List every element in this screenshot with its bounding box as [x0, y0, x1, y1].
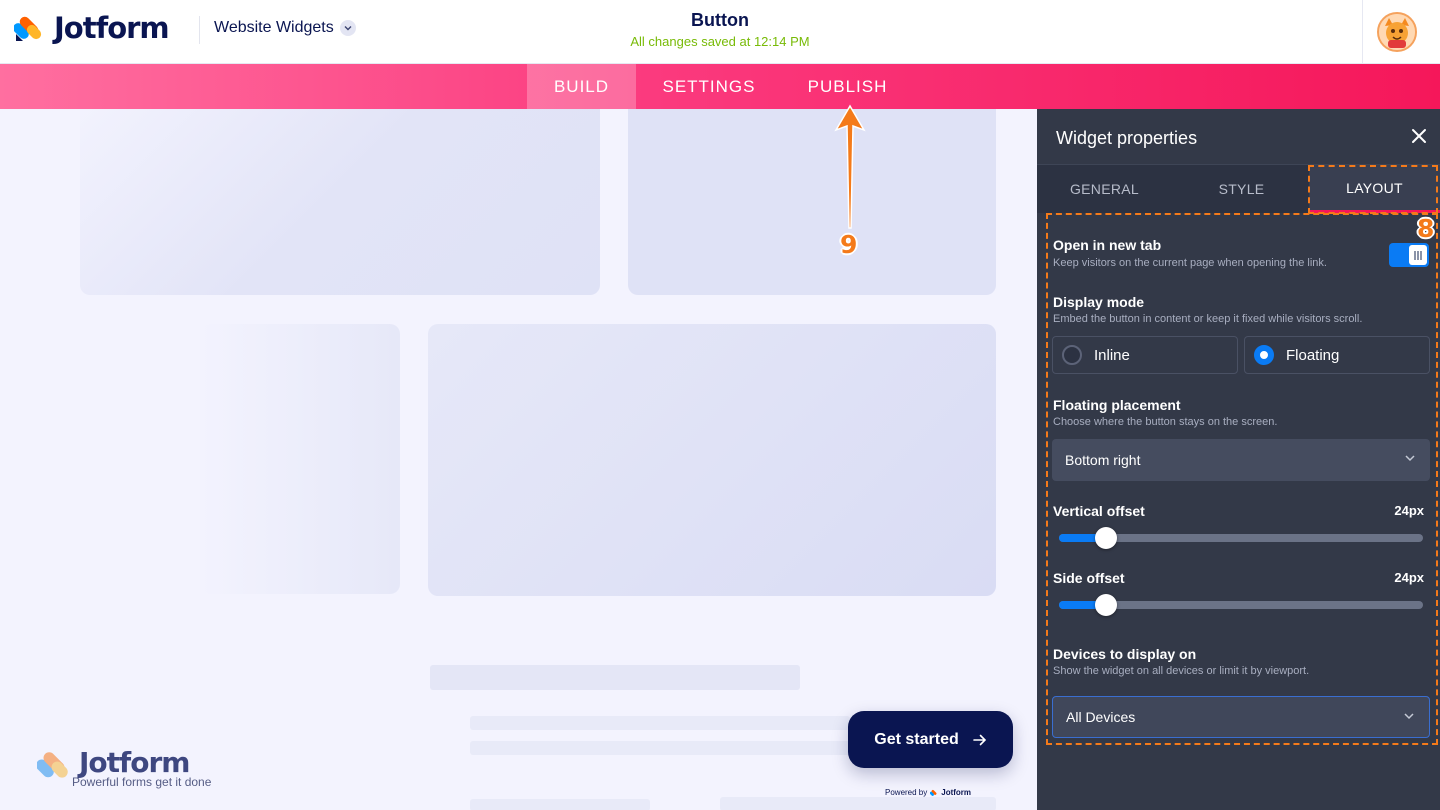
tab-general[interactable]: GENERAL [1037, 165, 1172, 213]
annotation-step-9: 9 [840, 230, 858, 259]
chevron-down-icon [339, 20, 356, 36]
skeleton-line [470, 741, 850, 755]
powered-prefix: Powered by [885, 788, 928, 797]
annotation-arrow-icon [834, 104, 866, 229]
get-started-button[interactable]: Get started [848, 711, 1013, 768]
logo-text: Jotform [54, 11, 170, 45]
arrow-right-icon [972, 734, 986, 745]
tab-settings[interactable]: SETTINGS [646, 64, 772, 109]
skeleton-line [430, 665, 800, 690]
panel-header: Widget properties [1037, 109, 1440, 165]
tab-build[interactable]: BUILD [527, 64, 636, 109]
product-name: Website Widgets [214, 19, 334, 36]
jotform-mini-icon [930, 789, 937, 796]
preview-canvas: Jotform Powerful forms get it done Get s… [0, 109, 1037, 810]
jotform-watermark: Jotform Powerful forms get it done [37, 746, 237, 794]
close-icon[interactable] [1410, 127, 1428, 145]
avatar[interactable] [1377, 12, 1417, 52]
document-title-area: Button All changes saved at 12:14 PM [520, 10, 920, 49]
skeleton-block [628, 109, 996, 295]
app-header: Jotform Website Widgets Button All chang… [0, 0, 1440, 64]
page-title[interactable]: Button [520, 10, 920, 31]
powered-by[interactable]: Powered by Jotform [885, 788, 971, 797]
skeleton-block [80, 109, 600, 295]
tab-style[interactable]: STYLE [1174, 165, 1309, 213]
skeleton-line [470, 716, 850, 730]
header-divider [199, 16, 200, 44]
panel-title: Widget properties [1056, 128, 1198, 148]
annotation-step-8: 8 [1417, 214, 1435, 243]
get-started-label: Get started [874, 730, 959, 748]
skeleton-line [720, 797, 996, 810]
product-switcher[interactable]: Website Widgets [214, 19, 356, 37]
avatar-image [1379, 14, 1415, 50]
save-status: All changes saved at 12:14 PM [630, 34, 810, 49]
annotation-box-layout-tab [1308, 165, 1438, 214]
jotform-logo-icon [14, 16, 42, 41]
watermark-tagline: Powerful forms get it done [72, 775, 212, 789]
tab-publish[interactable]: PUBLISH [790, 64, 905, 109]
main-nav: BUILD SETTINGS PUBLISH [0, 64, 1440, 109]
header-divider-right [1362, 0, 1363, 64]
powered-brand: Jotform [941, 788, 972, 797]
annotation-box-layout-settings [1046, 213, 1438, 745]
skeleton-line [470, 799, 650, 810]
jotform-logo[interactable]: Jotform [14, 10, 194, 46]
skeleton-block [428, 324, 996, 596]
jotform-watermark-icon [37, 752, 68, 778]
skeleton-block [200, 324, 400, 594]
